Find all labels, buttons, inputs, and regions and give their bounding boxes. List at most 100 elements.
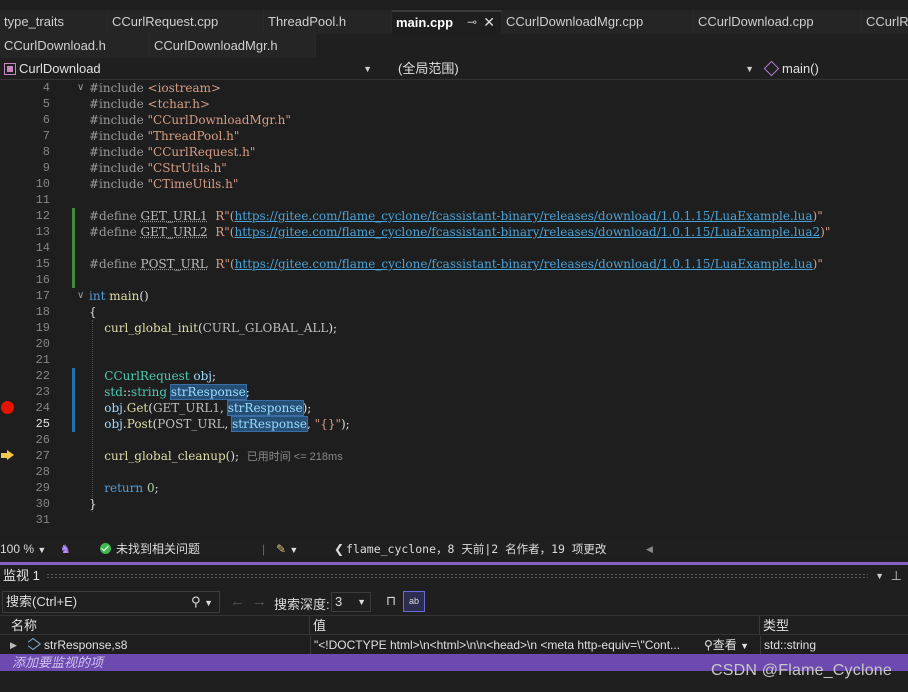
tab-ccurldownload-cpp[interactable]: CCurlDownload.cpp bbox=[694, 10, 862, 34]
expand-arrow-icon[interactable]: ▶ bbox=[10, 636, 17, 654]
code-line: 5 #include <tchar.h> bbox=[0, 96, 908, 112]
window-options-icon[interactable]: ▼ bbox=[875, 565, 884, 587]
cleanup-brush-dropdown[interactable]: ✎ ▼ bbox=[276, 540, 298, 559]
tab-ccurldownloadmgr-cpp[interactable]: CCurlDownloadMgr.cpp bbox=[502, 10, 694, 34]
column-value[interactable]: 值 bbox=[310, 616, 760, 635]
chevron-down-icon: ▼ bbox=[745, 64, 754, 74]
back-arrow-icon[interactable]: ← bbox=[230, 593, 245, 610]
code-line: 9 #include "CStrUtils.h" bbox=[0, 160, 908, 176]
code-line: 31 bbox=[0, 512, 908, 528]
member-dropdown[interactable]: main() bbox=[760, 59, 908, 79]
document-tab-row-1: type_traits CCurlRequest.cpp ThreadPool.… bbox=[0, 10, 908, 34]
drag-grip[interactable] bbox=[46, 573, 868, 579]
watch-item-name: strResponse,s8 bbox=[28, 636, 127, 654]
code-line: 29 return 0; bbox=[0, 480, 908, 496]
tab-ccurlrequest-cpp[interactable]: CCurlRequest.cpp bbox=[108, 10, 264, 34]
pin-icon[interactable]: ⊸ bbox=[467, 12, 477, 33]
watch-toolbar: 搜索(Ctrl+E) ⚲ ▼ ← → 搜索深度: 3 ▼ ⊓ ab bbox=[0, 589, 908, 615]
forward-arrow-icon[interactable]: → bbox=[252, 593, 267, 610]
line-number: 6 bbox=[42, 113, 50, 127]
document-tab-row-2: CCurlDownload.h CCurlDownloadMgr.h bbox=[0, 34, 908, 58]
code-text: #include <iostream> bbox=[89, 81, 222, 95]
issues-indicator[interactable]: 未找到相关问题 bbox=[100, 540, 200, 558]
search-input[interactable]: 搜索(Ctrl+E) ⚲ ▼ bbox=[2, 591, 220, 613]
tab-threadpool-h[interactable]: ThreadPool.h bbox=[264, 10, 392, 34]
close-icon[interactable]: ✕ bbox=[483, 12, 495, 33]
hex-display-toggle-icon[interactable]: ab bbox=[403, 591, 425, 612]
line-number: 27 bbox=[35, 449, 50, 463]
code-line: 25 obj.Post(POST_URL, strResponse, "{}")… bbox=[0, 416, 908, 432]
line-number: 16 bbox=[35, 273, 50, 287]
line-number: 19 bbox=[35, 321, 50, 335]
search-depth-select[interactable]: 3 ▼ bbox=[331, 592, 371, 612]
project-label: CurlDownload bbox=[19, 61, 101, 76]
code-text: #include "CCurlRequest.h" bbox=[89, 145, 256, 159]
search-icon[interactable]: ⚲ ▼ bbox=[191, 592, 213, 613]
watermark: CSDN @Flame_Cyclone bbox=[711, 662, 892, 679]
navigation-bar: CurlDownload ▼ (全局范围) ▼ main() bbox=[0, 58, 908, 80]
code-text: obj.Post(POST_URL, strResponse, "{}"); bbox=[104, 416, 350, 432]
line-number: 30 bbox=[35, 497, 50, 511]
git-blame-info[interactable]: flame_cyclone，8 天前|2 名作者，19 项更改 bbox=[346, 540, 606, 558]
line-number: 9 bbox=[42, 161, 50, 175]
line-number: 7 bbox=[42, 129, 50, 143]
scroll-left-icon[interactable]: ❮ bbox=[334, 540, 344, 558]
tab-ccurldownload-h[interactable]: CCurlDownload.h bbox=[0, 34, 150, 58]
zoom-dropdown[interactable]: 100 % ▼ bbox=[0, 540, 56, 559]
visualizer-view-button[interactable]: ⚲查看 ▼ bbox=[704, 636, 749, 655]
zoom-level: 100 % bbox=[0, 542, 35, 556]
code-text: #include "CCurlDownloadMgr.h" bbox=[89, 113, 291, 127]
code-line: 19 curl_global_init(CURL_GLOBAL_ALL); bbox=[0, 320, 908, 336]
project-dropdown[interactable]: CurlDownload ▼ bbox=[0, 59, 376, 79]
add-watch-placeholder[interactable]: 添加要监视的项 bbox=[12, 654, 103, 671]
tab-label: CCurlR bbox=[866, 14, 908, 29]
perf-tip[interactable]: 已用时间 <= 218ms bbox=[247, 451, 343, 463]
depth-value: 3 bbox=[335, 594, 343, 609]
code-editor[interactable]: 4 ∨ #include <iostream> 5 #include <tcha… bbox=[0, 80, 908, 540]
code-line: 12 #define GET_URL1 R"(https://gitee.com… bbox=[0, 208, 908, 224]
project-icon bbox=[4, 63, 16, 75]
tab-label: CCurlDownload.h bbox=[4, 38, 106, 53]
line-number: 22 bbox=[35, 369, 50, 383]
watch-item-value[interactable]: "<!DOCTYPE html>\n<html>\n\n<head>\n <me… bbox=[314, 636, 702, 654]
tab-label: main.cpp bbox=[396, 15, 454, 30]
copilot-icon[interactable]: ♞ bbox=[60, 540, 71, 558]
fold-chevron-icon[interactable]: ∨ bbox=[77, 80, 84, 96]
line-number: 23 bbox=[35, 385, 50, 399]
tab-label: type_traits bbox=[4, 14, 64, 29]
code-line: 30 } bbox=[0, 496, 908, 512]
code-line: 21 bbox=[0, 352, 908, 368]
code-line: 17 ∨ int main() bbox=[0, 288, 908, 304]
code-line: 13 #define GET_URL2 R"(https://gitee.com… bbox=[0, 224, 908, 240]
scope-dropdown[interactable]: (全局范围) ▼ bbox=[378, 59, 758, 79]
tab-main-cpp[interactable]: main.cpp ⊸ ✕ bbox=[392, 10, 502, 34]
divider bbox=[760, 636, 761, 654]
code-line: 28 bbox=[0, 464, 908, 480]
pin-icon[interactable]: ⊥ bbox=[891, 565, 902, 587]
code-text: #include "CTimeUtils.h" bbox=[89, 177, 239, 191]
chevron-down-icon: ▼ bbox=[740, 641, 750, 651]
code-text: curl_global_init(CURL_GLOBAL_ALL); bbox=[104, 321, 338, 335]
member-label: main() bbox=[782, 61, 819, 76]
magnifier-icon: ⚲ bbox=[704, 638, 713, 652]
column-name[interactable]: 名称 bbox=[0, 616, 310, 635]
watch-window-titlebar[interactable]: 监视 1 ▼ ⊥ bbox=[0, 565, 908, 587]
watch-row[interactable]: ▶ strResponse,s8 "<!DOCTYPE html>\n<html… bbox=[0, 636, 908, 654]
divider: | bbox=[262, 542, 266, 556]
fold-chevron-icon[interactable]: ∨ bbox=[77, 288, 84, 304]
tab-ccurlr-overflow[interactable]: CCurlR bbox=[862, 10, 908, 34]
code-text: std::string strResponse; bbox=[104, 384, 250, 400]
code-line: 26 bbox=[0, 432, 908, 448]
tab-ccurldownloadmgr-h[interactable]: CCurlDownloadMgr.h bbox=[150, 34, 316, 58]
line-number: 28 bbox=[35, 465, 50, 479]
column-type[interactable]: 类型 bbox=[760, 616, 908, 635]
tab-type-traits[interactable]: type_traits bbox=[0, 10, 108, 34]
code-text: int main() bbox=[89, 289, 149, 303]
line-number: 24 bbox=[35, 401, 50, 415]
code-text: #include "ThreadPool.h" bbox=[89, 129, 240, 143]
line-number: 20 bbox=[35, 337, 50, 351]
scroll-left-arrow-icon[interactable]: ◀ bbox=[646, 540, 653, 558]
pin-data-tip-icon[interactable]: ⊓ bbox=[386, 593, 396, 609]
line-number: 15 bbox=[35, 257, 50, 271]
line-number: 17 bbox=[35, 289, 50, 303]
